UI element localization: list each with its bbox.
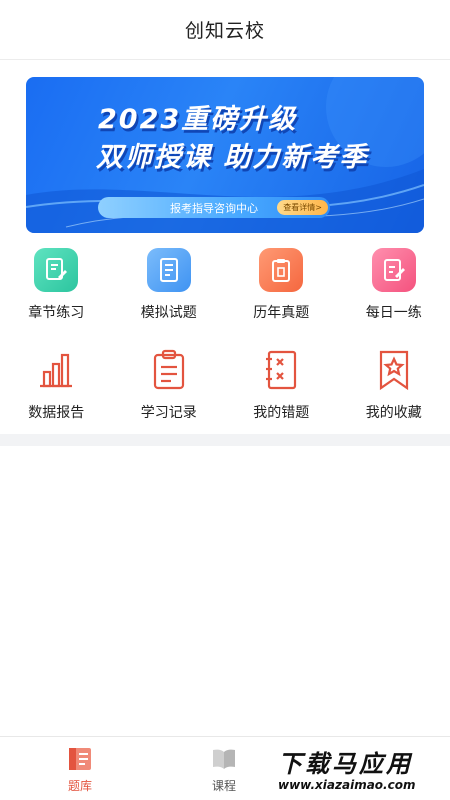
grid-item-mock-exam[interactable]: 模拟试题 — [113, 248, 226, 322]
grid-item-past-exams[interactable]: 历年真题 — [225, 248, 338, 322]
banner-headline: 2023重磅升级 — [98, 104, 298, 135]
document-icon — [146, 248, 191, 292]
bar-chart-icon — [34, 348, 78, 392]
view-details-button[interactable]: 查看详情> — [277, 200, 328, 215]
tab-label: 题库 — [67, 779, 92, 793]
grid-label: 模拟试题 — [140, 305, 197, 321]
watermark-url: www.xiazaimao.com — [278, 778, 416, 792]
wrong-notebook-icon — [259, 348, 303, 392]
pencil-note-icon — [34, 248, 79, 292]
star-bookmark-icon — [372, 348, 416, 392]
grid-item-favorites[interactable]: 我的收藏 — [338, 348, 450, 422]
page-title: 创知云校 — [184, 20, 265, 42]
grid-item-chapter-practice[interactable]: 章节练习 — [0, 248, 113, 322]
clipboard-icon — [259, 248, 304, 292]
feature-grid-row-1: 章节练习 模拟试题 历年真题 每日一练 — [0, 248, 450, 322]
grid-item-data-report[interactable]: 数据报告 — [0, 348, 113, 422]
grid-label: 数据报告 — [28, 405, 85, 421]
grid-item-study-record[interactable]: 学习记录 — [113, 348, 226, 422]
site-watermark: 下载马应用 www.xiazaimao.com — [270, 740, 450, 800]
grid-label: 每日一练 — [365, 305, 422, 321]
edit-note-icon — [371, 248, 416, 292]
grid-label: 我的收藏 — [365, 405, 422, 421]
grid-label: 我的错题 — [253, 405, 310, 421]
tab-label: 课程 — [211, 779, 236, 793]
grid-label: 历年真题 — [253, 305, 310, 321]
grid-label: 章节练习 — [28, 305, 85, 321]
app-header: 创知云校 — [0, 0, 450, 60]
grid-item-wrong-answers[interactable]: 我的错题 — [225, 348, 338, 422]
tab-courses[interactable]: 课程 — [189, 745, 259, 794]
clipboard-list-icon — [147, 348, 191, 392]
grid-label: 学习记录 — [140, 405, 197, 421]
banner-pill[interactable]: 报考指导咨询中心 查看详情> — [98, 197, 330, 218]
tab-question-bank[interactable]: 题库 — [45, 745, 115, 794]
banner-pill-text: 报考指导咨询中心 — [170, 202, 258, 215]
feature-grid-row-2: 数据报告 学习记录 我的错题 我的收藏 — [0, 348, 450, 422]
book-icon — [213, 749, 235, 769]
section-divider — [0, 434, 450, 446]
watermark-title: 下载马应用 — [278, 750, 413, 778]
grid-item-daily-practice[interactable]: 每日一练 — [338, 248, 450, 322]
question-bank-icon — [69, 748, 91, 770]
banner-subheadline: 双师授课 助力新考季 — [96, 142, 369, 173]
promo-banner[interactable]: 2023重磅升级 双师授课 助力新考季 报考指导咨询中心 查看详情> — [26, 77, 424, 233]
